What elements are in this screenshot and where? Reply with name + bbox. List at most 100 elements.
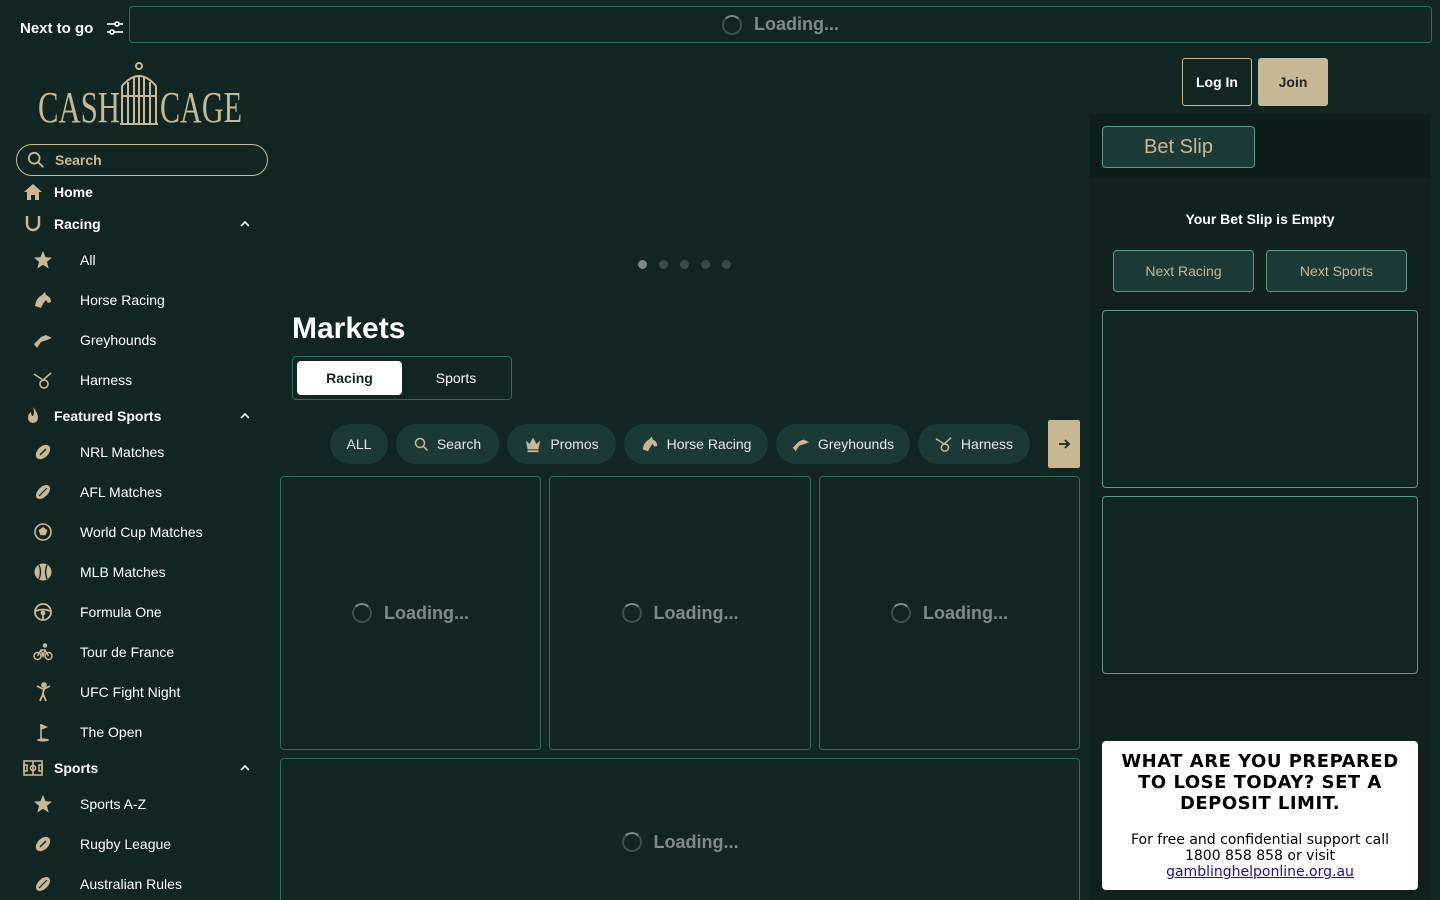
filter-chip-all[interactable]: ALL	[330, 424, 388, 464]
carousel-dots	[638, 260, 731, 269]
sidebar-item-the-open[interactable]: The Open	[32, 721, 142, 743]
sidebar-item-label: Horse Racing	[80, 292, 165, 308]
join-button[interactable]: Join	[1258, 58, 1328, 106]
filter-chip-greyhounds[interactable]: Greyhounds	[776, 424, 910, 464]
sidebar-item-label: Home	[54, 184, 93, 200]
flame-icon	[22, 405, 44, 427]
arrow-right-icon	[1059, 439, 1071, 449]
chevron-up-icon[interactable]	[238, 217, 252, 231]
sidebar-item-harness[interactable]: Harness	[32, 369, 132, 391]
logo-text-right: CAGE	[160, 83, 242, 130]
market-type-toggle: Racing Sports	[292, 356, 512, 400]
logo-text-left: CASH	[38, 83, 120, 130]
sidebar-item-label: MLB Matches	[80, 564, 166, 580]
sidebar-item-label: AFL Matches	[80, 484, 162, 500]
filter-chip-search[interactable]: Search	[396, 424, 499, 464]
sidebar-item-mlb-matches[interactable]: MLB Matches	[32, 561, 166, 583]
market-card[interactable]: Loading...	[549, 476, 811, 750]
sidebar-item-all[interactable]: All	[32, 249, 96, 271]
afl-ball-icon	[32, 481, 54, 503]
tab-racing[interactable]: Racing	[297, 361, 402, 395]
sidebar-item-world-cup[interactable]: World Cup Matches	[32, 521, 203, 543]
harness-icon	[935, 437, 952, 452]
sidebar-item-label: World Cup Matches	[80, 524, 203, 540]
stadium-icon	[22, 757, 44, 779]
fighter-icon	[32, 681, 54, 703]
search-input[interactable]: Search	[16, 144, 268, 176]
loading-text: Loading...	[754, 14, 839, 34]
next-to-go-toggle[interactable]: Next to go	[20, 18, 125, 38]
chip-label: Greyhounds	[817, 436, 895, 452]
sidebar-item-label: Sports A-Z	[80, 796, 147, 812]
afl-ball-icon	[32, 873, 54, 895]
rg-heading: WHAT ARE YOU PREPARED TO LOSE TODAY? SET…	[1121, 751, 1399, 814]
sidebar-item-label: Formula One	[80, 604, 162, 620]
market-card-wide[interactable]: Loading...	[280, 758, 1080, 900]
rg-body: For free and confidential support call 1…	[1116, 832, 1404, 880]
chip-label: Horse Racing	[666, 436, 752, 452]
sidebar-section-racing[interactable]: Racing	[22, 213, 101, 235]
carousel-dot[interactable]	[722, 260, 731, 269]
sidebar-item-label: Rugby League	[80, 836, 172, 852]
sidebar-item-horse-racing[interactable]: Horse Racing	[32, 289, 165, 311]
sidebar-item-label: The Open	[80, 724, 143, 740]
sidebar-item-rugby-league[interactable]: Rugby League	[32, 833, 171, 855]
loading-text: Loading...	[384, 602, 469, 623]
carousel-dot[interactable]	[680, 260, 689, 269]
betslip-promo-box	[1102, 310, 1418, 488]
horse-head-icon	[32, 289, 54, 311]
sidebar-item-home[interactable]: Home	[22, 181, 93, 203]
filter-chip-horse-racing[interactable]: Horse Racing	[624, 424, 768, 464]
sidebar-item-greyhounds[interactable]: Greyhounds	[32, 329, 156, 351]
sidebar-item-afl-matches[interactable]: AFL Matches	[32, 481, 162, 503]
loading-spinner-icon	[722, 14, 742, 35]
tab-sports[interactable]: Sports	[406, 361, 506, 395]
star-icon	[32, 793, 54, 815]
carousel-dot[interactable]	[659, 260, 668, 269]
next-to-go-label: Next to go	[20, 19, 94, 37]
login-button[interactable]: Log In	[1182, 58, 1252, 106]
search-placeholder: Search	[55, 152, 102, 168]
next-racing-button[interactable]: Next Racing	[1113, 250, 1254, 292]
golf-flag-icon	[32, 721, 54, 743]
chip-label: Harness	[960, 436, 1014, 452]
sidebar-item-formula-one[interactable]: Formula One	[32, 601, 162, 623]
market-card[interactable]: Loading...	[819, 476, 1080, 750]
search-icon	[27, 151, 44, 168]
next-sports-button[interactable]: Next Sports	[1266, 250, 1407, 292]
loading-text: Loading...	[653, 602, 739, 623]
cash-cage-logo[interactable]: CASH CAGE	[38, 60, 242, 130]
chip-label: Search	[436, 436, 482, 452]
rg-body-text: For free and confidential support call 1…	[1130, 832, 1390, 864]
sidebar-section-sports[interactable]: Sports	[22, 757, 98, 779]
page-title: Markets	[292, 312, 406, 345]
greyhound-icon	[792, 439, 809, 452]
sidebar-item-tour-de-france[interactable]: Tour de France	[32, 641, 174, 663]
harness-icon	[32, 369, 54, 391]
loading-spinner-icon	[621, 832, 642, 852]
sidebar-section-featured-sports[interactable]: Featured Sports	[22, 405, 161, 427]
chevron-up-icon[interactable]	[238, 761, 252, 775]
sidebar-item-australian-rules[interactable]: Australian Rules	[32, 873, 182, 895]
tab-bet-slip[interactable]: Bet Slip	[1102, 126, 1255, 168]
sidebar-section-label: Featured Sports	[54, 408, 162, 424]
chips-scroll-right-button[interactable]	[1048, 420, 1080, 468]
filter-chip-promos[interactable]: Promos	[507, 424, 616, 464]
sidebar-item-label: Greyhounds	[80, 332, 157, 348]
sidebar-item-ufc-fight-night[interactable]: UFC Fight Night	[32, 681, 180, 703]
next-to-go-bar: Loading...	[129, 6, 1432, 43]
gambling-help-link[interactable]: gamblinghelponline.org.au	[1166, 864, 1354, 880]
market-card[interactable]: Loading...	[280, 476, 541, 750]
sidebar-item-label: NRL Matches	[80, 444, 165, 460]
carousel-dot[interactable]	[701, 260, 710, 269]
sidebar-item-label: Harness	[80, 372, 133, 388]
greyhound-icon	[32, 329, 54, 351]
sidebar-item-label: Australian Rules	[80, 876, 182, 892]
sidebar-item-label: All	[80, 252, 96, 268]
loading-spinner-icon	[352, 603, 372, 623]
carousel-dot[interactable]	[638, 260, 647, 269]
chevron-up-icon[interactable]	[238, 409, 252, 423]
filter-chip-harness[interactable]: Harness	[918, 424, 1030, 464]
sidebar-item-nrl-matches[interactable]: NRL Matches	[32, 441, 164, 463]
sidebar-item-sports-a-z[interactable]: Sports A-Z	[32, 793, 146, 815]
